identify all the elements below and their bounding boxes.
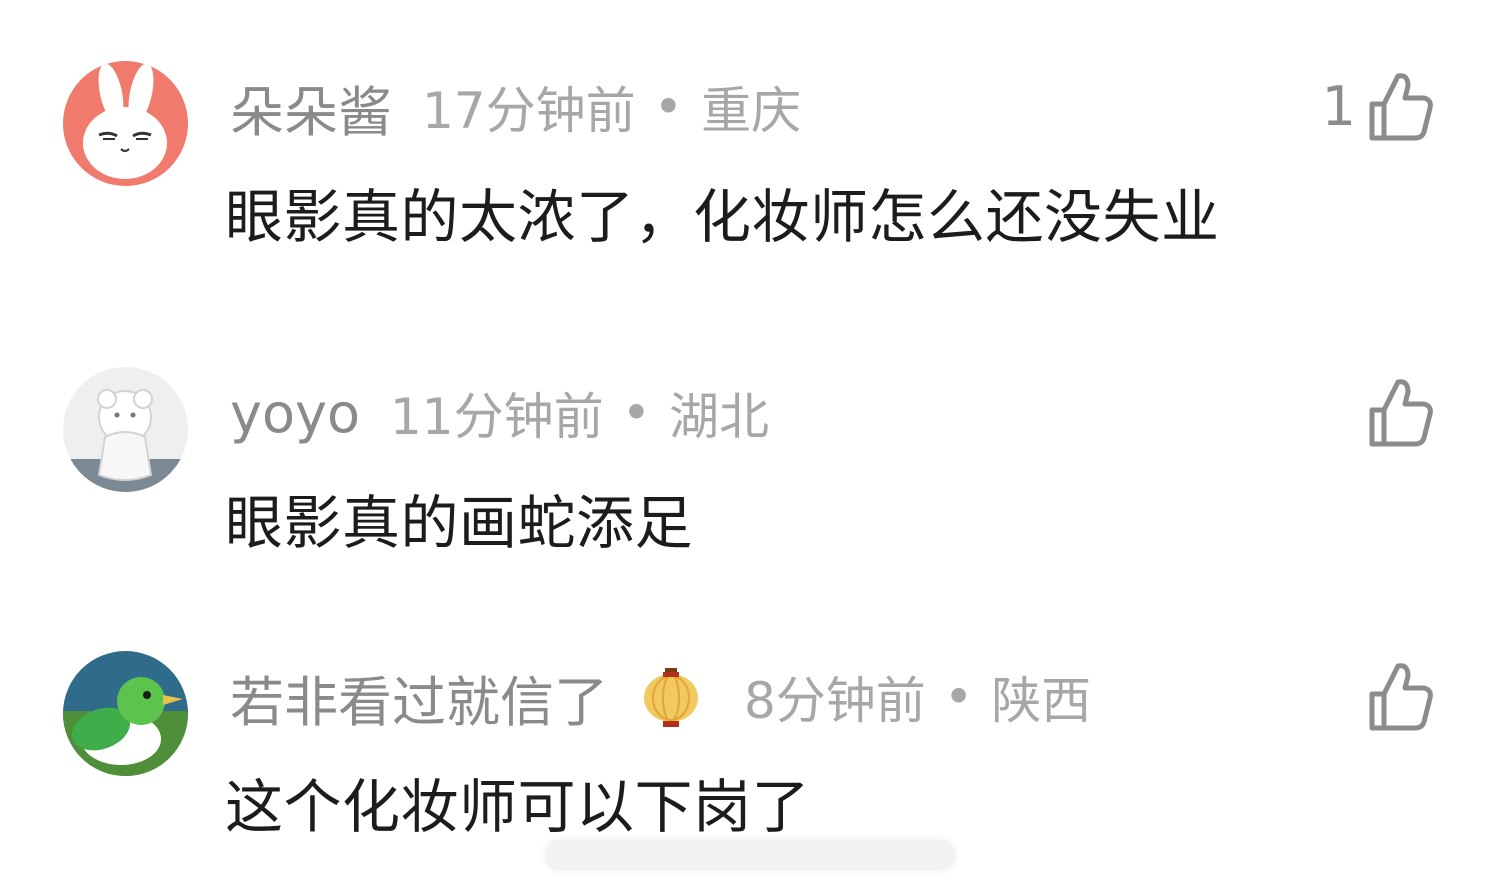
- thumbs-up-icon: [1369, 379, 1433, 447]
- username[interactable]: 朵朵酱: [230, 68, 392, 147]
- like-button[interactable]: 1: [1322, 66, 1434, 146]
- like-count: 1: [1321, 74, 1356, 138]
- timestamp: 11分钟前: [390, 388, 604, 446]
- location: 湖北: [669, 388, 770, 446]
- separator: •: [621, 384, 652, 442]
- location: 陕西: [991, 672, 1092, 730]
- comment-meta: 若非看过就信了 8分钟前 • 陕西: [230, 662, 1092, 734]
- comment-item: yoyo 11分钟前 • 湖北 眼影真的画蛇添足: [0, 300, 1500, 590]
- like-button[interactable]: [1356, 656, 1434, 736]
- home-indicator[interactable]: [545, 840, 955, 870]
- separator: •: [943, 668, 974, 726]
- avatar[interactable]: [63, 367, 188, 492]
- white-figurine-avatar-icon: [63, 367, 188, 492]
- location: 重庆: [701, 82, 802, 140]
- timestamp: 8分钟前: [744, 672, 926, 730]
- separator: •: [653, 78, 684, 136]
- green-bird-avatar-icon: [63, 651, 188, 776]
- white-rabbit-avatar-icon: [63, 61, 188, 186]
- avatar[interactable]: [63, 651, 188, 776]
- username[interactable]: 若非看过就信了: [230, 658, 608, 737]
- comment-meta: yoyo 11分钟前 • 湖北: [230, 378, 769, 448]
- comment-text: 眼影真的太浓了，化妆师怎么还没失业: [225, 183, 1220, 251]
- thumbs-up-icon: [1369, 663, 1433, 731]
- comment-meta: 朵朵酱 17分钟前 • 重庆: [230, 72, 802, 144]
- thumbs-up-icon: [1369, 73, 1433, 141]
- comment-text: 眼影真的画蛇添足: [225, 489, 694, 557]
- username[interactable]: yoyo: [230, 382, 360, 445]
- comment-text: 这个化妆师可以下岗了: [225, 773, 811, 841]
- timestamp: 17分钟前: [422, 82, 636, 140]
- like-button[interactable]: [1356, 372, 1434, 452]
- comment-item: 朵朵酱 17分钟前 • 重庆 眼影真的太浓了，化妆师怎么还没失业 1: [0, 0, 1500, 290]
- lantern-badge-icon: [644, 668, 698, 727]
- avatar[interactable]: [63, 61, 188, 186]
